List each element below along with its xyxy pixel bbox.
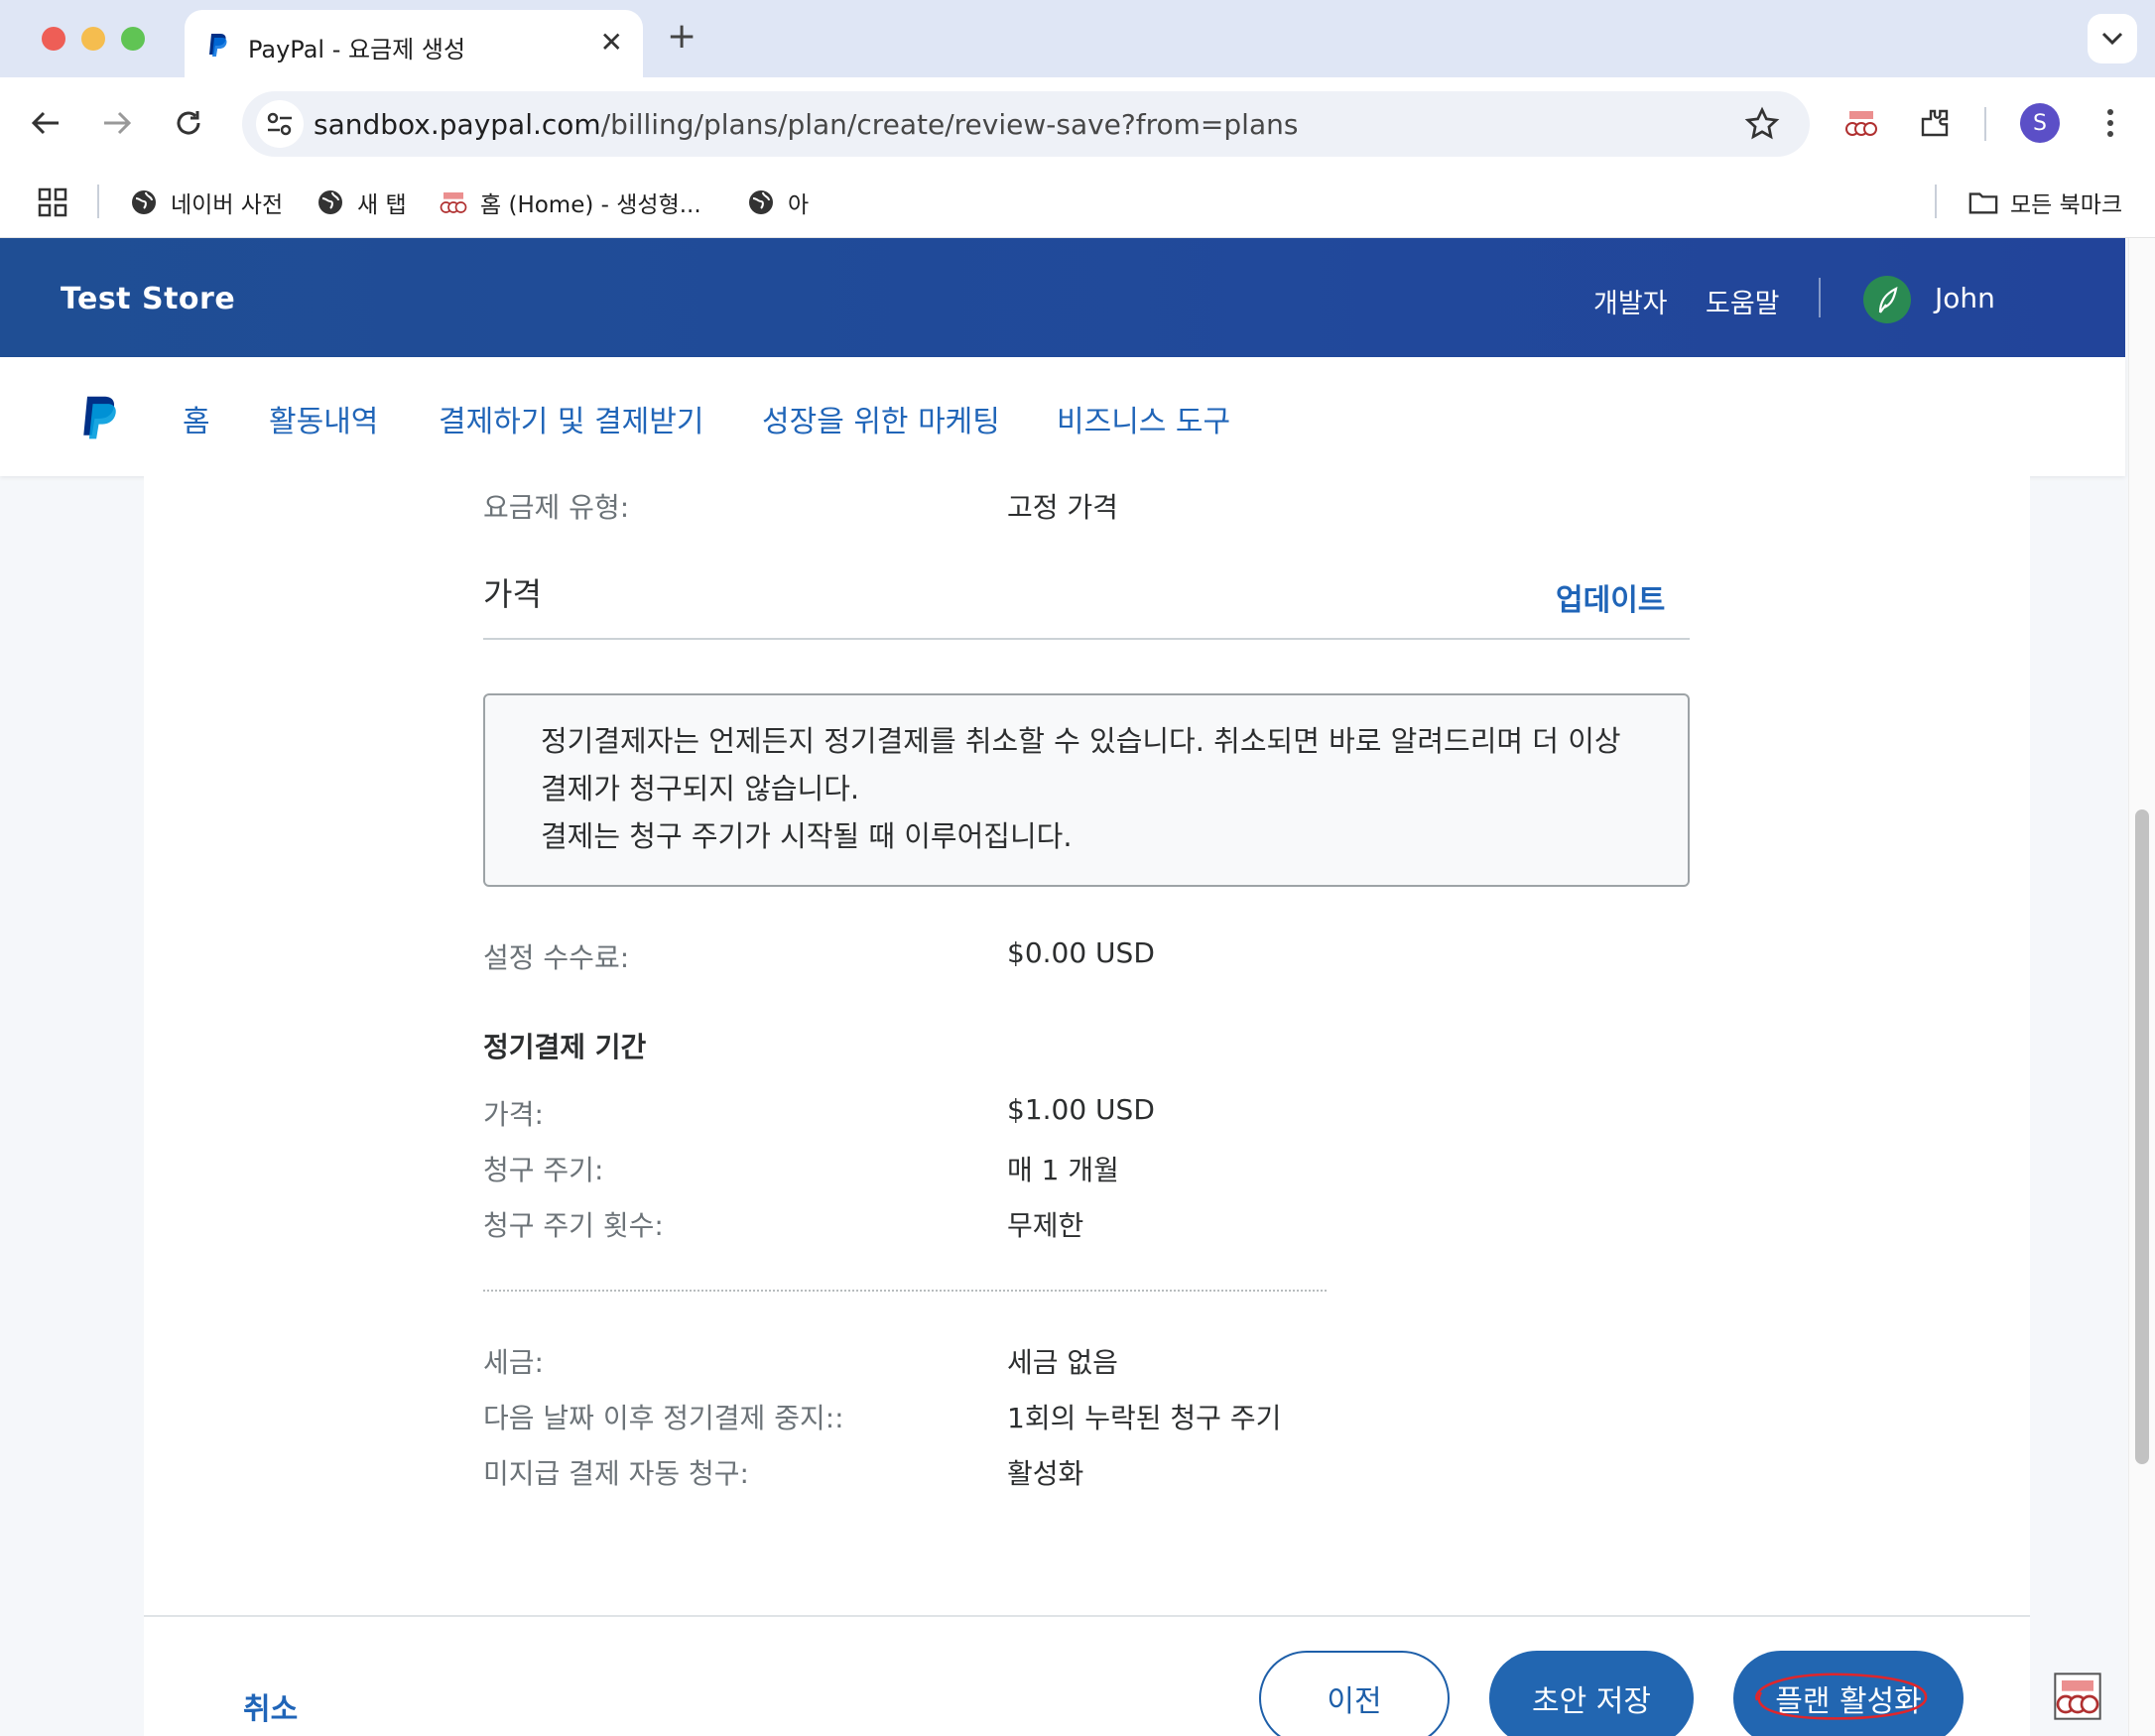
extension-bowling-icon[interactable]	[1839, 101, 1883, 145]
extensions-puzzle-icon[interactable]	[1913, 101, 1957, 145]
tab-search-button[interactable]	[2088, 14, 2137, 63]
header-separator	[1819, 278, 1821, 317]
reload-button[interactable]	[169, 103, 208, 143]
site-info-button[interactable]	[256, 100, 304, 148]
plan-review-card: 요금제 유형: 고정 가격 가격 업데이트 정기결제자는 언제든지 정기결제를 …	[144, 476, 2030, 1736]
save-draft-button[interactable]: 초안 저장	[1489, 1651, 1694, 1736]
leaf-avatar-icon	[1878, 287, 1898, 313]
tax-label: 세금:	[483, 1346, 544, 1379]
action-footer: 취소 이전 초안 저장 플랜 활성화	[144, 1615, 2030, 1736]
developer-link[interactable]: 개발자	[1593, 282, 1668, 320]
new-tab-button[interactable]: +	[667, 16, 697, 57]
arrow-right-icon	[104, 111, 132, 135]
apps-grid-icon[interactable]	[38, 185, 67, 220]
bookmark-naver-dictionary[interactable]: 네이버 사전	[129, 185, 283, 220]
maximize-window-button[interactable]	[121, 27, 145, 51]
subscription-period-title: 정기결제 기간	[483, 1031, 647, 1063]
scrollbar-thumb[interactable]	[2135, 809, 2149, 1464]
close-window-button[interactable]	[42, 27, 65, 51]
bookmarks-separator	[1935, 185, 1937, 218]
notice-text-cancel: 정기결제자는 언제든지 정기결제를 취소할 수 있습니다. 취소되면 바로 알려…	[541, 724, 1621, 806]
minimize-window-button[interactable]	[81, 27, 105, 51]
bowling-pins-icon[interactable]	[2054, 1673, 2101, 1720]
forward-button[interactable]	[97, 103, 137, 143]
browser-menu-icon[interactable]	[2095, 103, 2125, 143]
cancellation-notice: 정기결제자는 언제든지 정기결제를 취소할 수 있습니다. 취소되면 바로 알려…	[483, 693, 1690, 887]
cycle-count-label: 청구 주기 횟수:	[483, 1209, 664, 1242]
cancel-button[interactable]: 취소	[243, 1684, 298, 1728]
user-name[interactable]: John	[1935, 282, 1995, 314]
setup-fee-label: 설정 수수료:	[483, 941, 630, 974]
folder-icon	[1968, 187, 1998, 217]
nav-home[interactable]: 홈	[183, 397, 210, 440]
bookmarks-separator	[97, 185, 99, 218]
tab-title: PayPal - 요금제 생성	[248, 36, 466, 63]
auto-bill-label: 미지급 결제 자동 청구:	[483, 1457, 749, 1490]
address-bar[interactable]: sandbox.paypal.com/billing/plans/plan/cr…	[242, 91, 1810, 157]
nav-business-tools[interactable]: 비즈니스 도구	[1057, 397, 1230, 440]
plan-type-value: 고정 가격	[1007, 491, 1118, 524]
notice-text-billing: 결제는 청구 주기가 시작될 때 이루어집니다.	[541, 819, 1073, 853]
auto-bill-value: 활성화	[1007, 1457, 1084, 1490]
price-value: $1.00 USD	[1007, 1093, 1155, 1126]
nav-marketing[interactable]: 성장을 위한 마케팅	[762, 397, 1000, 440]
profile-avatar[interactable]: S	[2020, 103, 2060, 143]
bookmark-a[interactable]: 아	[746, 185, 809, 220]
bookmark-new-tab[interactable]: 새 탭	[316, 185, 407, 220]
browser-tab-bar: PayPal - 요금제 생성 ✕ +	[0, 0, 2155, 77]
url-path: /billing/plans/plan/create/review-save?f…	[600, 108, 1299, 141]
nav-activity[interactable]: 활동내역	[269, 397, 378, 440]
billing-cycle-value: 매 1 개월	[1007, 1154, 1119, 1186]
pricing-section-title: 가격	[483, 575, 542, 613]
previous-button[interactable]: 이전	[1259, 1651, 1450, 1736]
close-tab-icon[interactable]: ✕	[600, 26, 623, 59]
bookmark-home-generative[interactable]: 홈 (Home) - 생성형...	[439, 185, 701, 220]
bookmark-label: 홈 (Home) - 생성형...	[480, 192, 701, 218]
tune-icon	[267, 112, 292, 136]
plan-type-label: 요금제 유형:	[483, 491, 630, 524]
bookmark-star-icon[interactable]	[1744, 106, 1780, 142]
bowling-pins-icon	[439, 187, 468, 217]
browser-toolbar: sandbox.paypal.com/billing/plans/plan/cr…	[0, 77, 2155, 167]
cycle-count-value: 무제한	[1007, 1209, 1084, 1242]
url-host: sandbox.paypal.com	[314, 108, 601, 141]
bookmarks-bar: 네이버 사전 새 탭 홈 (Home) - 생성형... 아 모든 북마크	[0, 167, 2155, 238]
globe-icon	[129, 187, 159, 217]
setup-fee-value: $0.00 USD	[1007, 936, 1155, 969]
all-bookmarks-button[interactable]: 모든 북마크	[1968, 185, 2122, 220]
page-scrollbar[interactable]	[2128, 238, 2155, 1736]
section-divider	[483, 638, 1690, 640]
all-bookmarks-label: 모든 북마크	[2010, 192, 2123, 218]
store-name: Test Store	[61, 282, 236, 316]
tax-value: 세금 없음	[1007, 1346, 1118, 1379]
update-pricing-link[interactable]: 업데이트	[1556, 575, 1665, 619]
help-link[interactable]: 도움말	[1706, 282, 1780, 320]
reload-icon	[177, 111, 200, 135]
paypal-main-nav: 홈 활동내역 결제하기 및 결제받기 성장을 위한 마케팅 비즈니스 도구	[0, 357, 2125, 476]
chevron-down-icon	[2101, 32, 2123, 46]
paypal-top-header: Test Store 개발자 도움말 John	[0, 238, 2125, 357]
user-avatar[interactable]	[1863, 276, 1911, 323]
billing-cycle-label: 청구 주기:	[483, 1154, 604, 1186]
bookmark-label: 새 탭	[357, 192, 407, 218]
page-viewport: Test Store 개발자 도움말 John 홈 활동내역 결제하기 및 결제…	[0, 238, 2155, 1736]
stop-after-label: 다음 날짜 이후 정기결제 중지::	[483, 1402, 844, 1434]
arrow-left-icon	[31, 111, 59, 135]
dotted-divider	[483, 1290, 1327, 1292]
nav-pay-and-get-paid[interactable]: 결제하기 및 결제받기	[439, 397, 703, 440]
toolbar-separator	[1984, 107, 1986, 141]
stop-after-value: 1회의 누락된 청구 주기	[1007, 1402, 1282, 1434]
price-label: 가격:	[483, 1098, 544, 1131]
paypal-favicon-icon	[209, 34, 227, 57]
globe-icon	[316, 187, 345, 217]
red-circle-annotation	[1755, 1673, 1928, 1720]
back-button[interactable]	[26, 103, 65, 143]
paypal-logo-icon[interactable]	[77, 393, 123, 444]
globe-icon	[746, 187, 776, 217]
bookmark-label: 아	[788, 192, 810, 218]
browser-tab-active[interactable]: PayPal - 요금제 생성 ✕	[185, 10, 643, 77]
bookmark-label: 네이버 사전	[171, 192, 284, 218]
url-text: sandbox.paypal.com/billing/plans/plan/cr…	[314, 108, 1298, 141]
